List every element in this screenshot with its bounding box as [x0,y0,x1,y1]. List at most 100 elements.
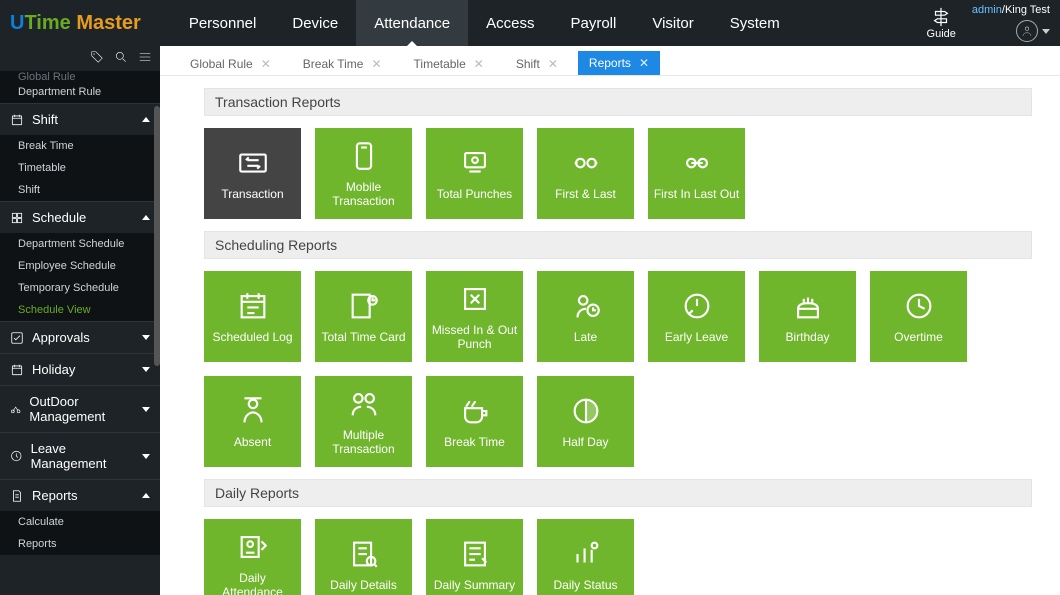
tile-row: Scheduled Log Total Time Card Missed In & … [204,259,1032,475]
sidebar-item-department-schedule[interactable]: Department Schedule [0,233,160,255]
tile-early-leave[interactable]: Early Leave [648,271,745,362]
tile-daily-details[interactable]: Daily Details [315,519,412,595]
topnav-item-personnel[interactable]: Personnel [171,0,275,46]
tile-late[interactable]: Late [537,271,634,362]
content-body: Transaction Reports Transaction Mobile Tra… [160,76,1060,595]
tile-transaction[interactable]: Transaction [204,128,301,219]
tab-reports[interactable]: Reports✕ [578,51,660,75]
guide-button[interactable]: Guide [927,6,956,40]
tile-label: Absent [234,436,271,450]
search-icon[interactable] [114,50,128,67]
sidebar-item-employee-schedule[interactable]: Employee Schedule [0,255,160,277]
logo-time: Time [24,12,70,34]
tile-absent[interactable]: Absent [204,376,301,467]
topnav-item-access[interactable]: Access [468,0,552,46]
close-icon[interactable]: ✕ [371,57,381,71]
close-icon[interactable]: ✕ [261,57,271,71]
sidebar-tools [0,46,160,71]
user-box: admin/King Test [972,4,1050,42]
user-menu[interactable] [1016,20,1050,42]
tile-multiple-transaction[interactable]: Multiple Transaction [315,376,412,467]
logo[interactable]: UTime Master [10,12,141,35]
section-title: Scheduling Reports [204,231,1032,259]
topnav-item-device[interactable]: Device [274,0,356,46]
tile-total-punches[interactable]: Total Punches [426,128,523,219]
tile-row: Transaction Mobile Transaction Total Punch… [204,116,1032,227]
tile-birthday[interactable]: Birthday [759,271,856,362]
close-icon[interactable]: ✕ [474,57,484,71]
tile-total-time-card[interactable]: Total Time Card [315,271,412,362]
tile-overtime[interactable]: Overtime [870,271,967,362]
tile-first-last[interactable]: First & Last [537,128,634,219]
top-right: Guide admin/King Test [927,4,1050,42]
topnav-item-payroll[interactable]: Payroll [552,0,634,46]
tile-scheduled-log[interactable]: Scheduled Log [204,271,301,362]
tile-label: Daily Details [330,579,397,593]
sidebar-item-department-rule[interactable]: Department Rule [0,81,160,103]
tile-daily-summary[interactable]: Daily Summary [426,519,523,595]
tile-half-day[interactable]: Half Day [537,376,634,467]
topnav-item-attendance[interactable]: Attendance [356,0,468,46]
section-title: Daily Reports [204,479,1032,507]
tile-missed-in-out-punch[interactable]: Missed In & Out Punch [426,271,523,362]
tile-daily-status[interactable]: Daily Status [537,519,634,595]
tile-label: Daily Attendance [208,572,297,595]
user-name: King Test [1005,4,1050,16]
logo-master: Master [71,12,141,34]
section-title: Transaction Reports [204,88,1032,116]
tile-label: Birthday [785,331,829,345]
sidebar-item-schedule-view[interactable]: Schedule View [0,299,160,321]
tile-label: Transaction [221,188,283,202]
sidebar-item-global-rule[interactable]: Global Rule [0,71,160,81]
sidebar-item-shift[interactable]: Shift [0,179,160,201]
close-icon[interactable]: ✕ [548,57,558,71]
sidebar-item-break-time[interactable]: Break Time [0,135,160,157]
tab-break-time[interactable]: Break Time✕ [291,53,390,75]
close-icon[interactable]: ✕ [639,56,649,70]
tab-timetable[interactable]: Timetable✕ [402,53,492,75]
tile-label: Overtime [894,331,943,345]
tile-label: First & Last [555,188,616,202]
content: Global Rule✕Break Time✕Timetable✕Shift✕R… [160,46,1060,595]
topnav: PersonnelDeviceAttendanceAccessPayrollVi… [171,0,798,46]
sidebar-group-leave-management[interactable]: Leave Management [0,432,160,479]
sidebar-group-reports[interactable]: Reports [0,479,160,511]
tab-shift[interactable]: Shift✕ [504,53,566,75]
topnav-item-system[interactable]: System [712,0,798,46]
tile-label: Daily Status [553,579,617,593]
sidebar-group-approvals[interactable]: Approvals [0,321,160,353]
tile-label: Break Time [444,436,505,450]
tile-break-time[interactable]: Break Time [426,376,523,467]
tile-label: Early Leave [665,331,728,345]
tile-label: Daily Summary [434,579,515,593]
sidebar-item-temporary-schedule[interactable]: Temporary Schedule [0,277,160,299]
tag-icon[interactable] [90,50,104,67]
sidebar-item-calculate[interactable]: Calculate [0,511,160,533]
tile-first-in-last-out[interactable]: First In Last Out [648,128,745,219]
tile-row: Daily Attendance Daily Details Daily Summa… [204,507,1032,595]
sidebar: Global RuleDepartment RuleShiftBreak Tim… [0,46,160,595]
tile-label: Missed In & Out Punch [430,324,519,352]
sidebar-group-schedule[interactable]: Schedule [0,201,160,233]
sidebar-scrollbar[interactable] [154,106,160,366]
tile-label: Total Time Card [321,331,405,345]
chevron-down-icon [1042,29,1050,34]
tile-label: Late [574,331,597,345]
tab-global-rule[interactable]: Global Rule✕ [178,53,279,75]
sidebar-group-holiday[interactable]: Holiday [0,353,160,385]
tile-label: Mobile Transaction [319,181,408,209]
tile-label: Multiple Transaction [319,429,408,457]
tile-label: Total Punches [437,188,512,202]
sidebar-item-timetable[interactable]: Timetable [0,157,160,179]
tile-label: First In Last Out [654,188,739,202]
sidebar-group-shift[interactable]: Shift [0,103,160,135]
tile-daily-attendance[interactable]: Daily Attendance [204,519,301,595]
sidebar-group-outdoor-management[interactable]: OutDoor Management [0,385,160,432]
guide-label: Guide [927,28,956,40]
tile-label: Scheduled Log [212,331,292,345]
menu-icon[interactable] [138,50,152,67]
topnav-item-visitor[interactable]: Visitor [634,0,711,46]
tab-bar: Global Rule✕ Break Time✕ Timetable✕ Shift✕ R… [160,46,1060,76]
tile-mobile-transaction[interactable]: Mobile Transaction [315,128,412,219]
sidebar-item-reports[interactable]: Reports [0,533,160,555]
